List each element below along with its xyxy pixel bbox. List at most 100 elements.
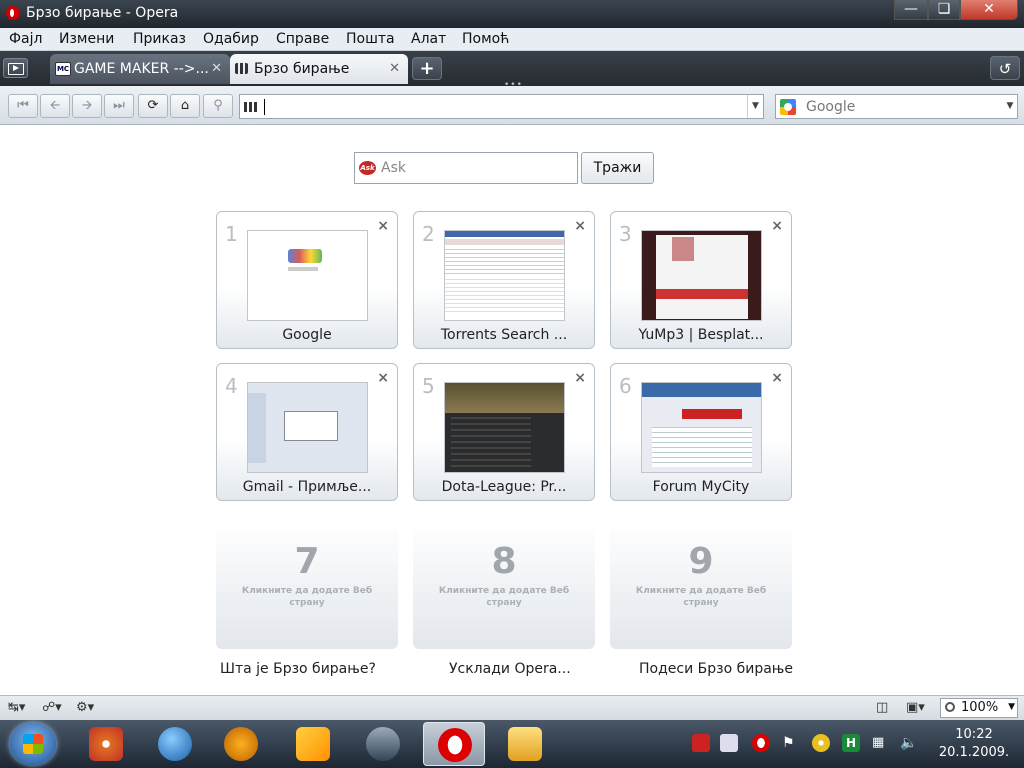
closed-tabs-button[interactable]: ↺ — [990, 56, 1020, 80]
opera-window: Брзо бирање - Opera — ❏ ✕ Фајл Измени Пр… — [0, 0, 1024, 768]
tray-h-icon[interactable]: H — [842, 734, 860, 752]
search-field[interactable]: Google ▼ — [775, 94, 1018, 119]
opera-sync-link[interactable]: Усклади Opera... — [449, 661, 571, 677]
zoom-control[interactable]: 100% ▼ — [940, 698, 1018, 718]
dial-close-icon[interactable]: × — [574, 370, 586, 386]
address-dropdown-icon[interactable]: ▼ — [747, 95, 763, 118]
wand-icon[interactable]: ⚲ — [203, 94, 233, 118]
taskbar-app-4[interactable] — [282, 722, 344, 766]
menu-mail[interactable]: Пошта — [346, 31, 395, 47]
rewind-icon[interactable]: ⏮ — [8, 94, 38, 118]
tray-app-icon[interactable] — [720, 734, 738, 752]
fast-forward-icon[interactable]: ⏭ — [104, 94, 134, 118]
taskbar-bs-player[interactable] — [144, 722, 206, 766]
tab-favicon-icon: MC — [55, 62, 71, 76]
cd-icon[interactable] — [812, 734, 830, 752]
menu-widgets[interactable]: Справе — [276, 31, 329, 47]
address-field[interactable]: ▼ — [239, 94, 764, 119]
menu-file[interactable]: Фајл — [9, 31, 42, 47]
forward-icon[interactable]: 🡪 — [72, 94, 102, 118]
what-is-speed-dial-link[interactable]: Шта је Брзо бирање? — [220, 661, 376, 677]
reload-icon[interactable]: ⟳ — [138, 94, 168, 118]
dial-add-hint: Кликните да додате Веб страну — [438, 586, 570, 608]
dial-label: Torrents Search ... — [440, 327, 568, 343]
dial-add-hint: Кликните да додате Веб страну — [635, 586, 767, 608]
turbo-icon[interactable]: ↹▾ — [8, 700, 25, 715]
action-center-flag-icon[interactable]: ⚑ — [782, 734, 800, 752]
settings-icon[interactable]: ⚙▾ — [76, 700, 94, 715]
taskbar-opera[interactable] — [423, 722, 485, 766]
search-engine-name: Google — [806, 99, 856, 115]
panel-toggle-button[interactable] — [3, 58, 28, 78]
opera-logo-icon[interactable] — [6, 6, 20, 20]
maximize-button[interactable]: ❏ — [928, 0, 960, 20]
ask-search-input[interactable]: Ask Ask — [354, 152, 578, 184]
dial-close-icon[interactable]: × — [574, 218, 586, 234]
dial-thumbnail — [641, 230, 762, 321]
tab-speed-dial[interactable]: Брзо бирање ✕ — [230, 54, 408, 84]
magnifier-icon — [945, 702, 955, 712]
windows-taskbar: ⚑ H ▦ 🔈 10:22 20.1.2009. — [0, 720, 1024, 768]
dial-number: 2 — [422, 222, 435, 246]
tab-game-maker[interactable]: MC GAME MAKER -->... ✕ — [50, 54, 230, 84]
bsplayer-icon — [158, 727, 192, 761]
home-icon[interactable]: ⌂ — [170, 94, 200, 118]
image-toggle-icon[interactable]: ▣▾ — [906, 700, 925, 715]
speed-dial-9[interactable]: 9 Кликните да додате Веб страну — [610, 515, 792, 649]
speed-dial-1[interactable]: 1 × Google — [216, 211, 398, 349]
menu-bar: Фајл Измени Приказ Одабир Справе Пошта А… — [0, 28, 1024, 51]
tab-bar: MC GAME MAKER -->... ✕ Брзо бирање ✕ + •… — [0, 51, 1024, 90]
taskbar-aimp[interactable] — [210, 722, 272, 766]
dial-label: Forum MyCity — [652, 479, 750, 495]
dial-thumbnail — [247, 382, 368, 473]
dial-number: 8 — [491, 541, 517, 582]
opera-mail-icon[interactable] — [752, 734, 770, 752]
dial-close-icon[interactable]: × — [771, 370, 783, 386]
minimize-button[interactable]: — — [894, 0, 928, 20]
ask-placeholder: Ask — [381, 160, 406, 176]
google-icon[interactable] — [780, 99, 796, 115]
speed-dial-4[interactable]: 4 × Gmail - Примље... — [216, 363, 398, 501]
speed-dial-2[interactable]: 2 × Torrents Search ... — [413, 211, 595, 349]
speed-dial-7[interactable]: 7 Кликните да додате Веб страну — [216, 515, 398, 649]
aimp-icon — [224, 727, 258, 761]
speed-dial-3[interactable]: 3 × YuMp3 | Besplat... — [610, 211, 792, 349]
unite-icon[interactable]: ☍▾ — [42, 700, 62, 715]
tab-close-icon[interactable]: ✕ — [389, 61, 400, 76]
panel-layout-icon[interactable]: ◫ — [876, 700, 888, 715]
new-tab-button[interactable]: + — [412, 57, 442, 80]
menu-edit[interactable]: Измени — [59, 31, 114, 47]
dial-close-icon[interactable]: × — [377, 218, 389, 234]
folder-icon — [508, 727, 542, 761]
back-icon[interactable]: 🡨 — [40, 94, 70, 118]
menu-bookmarks[interactable]: Одабир — [203, 31, 259, 47]
zoom-dropdown-icon[interactable]: ▼ — [1008, 702, 1015, 712]
menu-help[interactable]: Помоћ — [462, 31, 509, 47]
tab-label: GAME MAKER -->... — [74, 61, 209, 77]
configure-speed-dial-link[interactable]: Подеси Брзо бирање — [639, 661, 793, 677]
dial-close-icon[interactable]: × — [377, 370, 389, 386]
dial-number: 1 — [225, 222, 238, 246]
speed-dial-5[interactable]: 5 × Dota-League: Pr... — [413, 363, 595, 501]
dial-number: 9 — [688, 541, 714, 582]
start-button[interactable] — [10, 723, 56, 765]
speed-dial-6[interactable]: 6 × Forum MyCity — [610, 363, 792, 501]
opera-icon — [438, 728, 472, 762]
network-icon[interactable]: ▦ — [872, 734, 890, 752]
search-dropdown-icon[interactable]: ▼ — [1003, 95, 1017, 118]
dial-close-icon[interactable]: × — [771, 218, 783, 234]
ask-search-button[interactable]: Тражи — [581, 152, 654, 184]
close-window-button[interactable]: ✕ — [960, 0, 1018, 20]
zoom-value: 100% — [961, 700, 999, 715]
speed-dial-8[interactable]: 8 Кликните да додате Веб страну — [413, 515, 595, 649]
system-clock[interactable]: 10:22 20.1.2009. — [934, 726, 1014, 762]
dial-thumbnail — [247, 230, 368, 321]
tab-close-icon[interactable]: ✕ — [211, 61, 222, 76]
menu-view[interactable]: Приказ — [133, 31, 186, 47]
taskbar-music[interactable] — [352, 722, 414, 766]
taskbar-media-app[interactable] — [75, 722, 137, 766]
volume-icon[interactable]: 🔈 — [900, 734, 918, 752]
taskbar-explorer[interactable] — [494, 722, 556, 766]
menu-tools[interactable]: Алат — [411, 31, 446, 47]
antivirus-icon[interactable] — [692, 734, 710, 752]
